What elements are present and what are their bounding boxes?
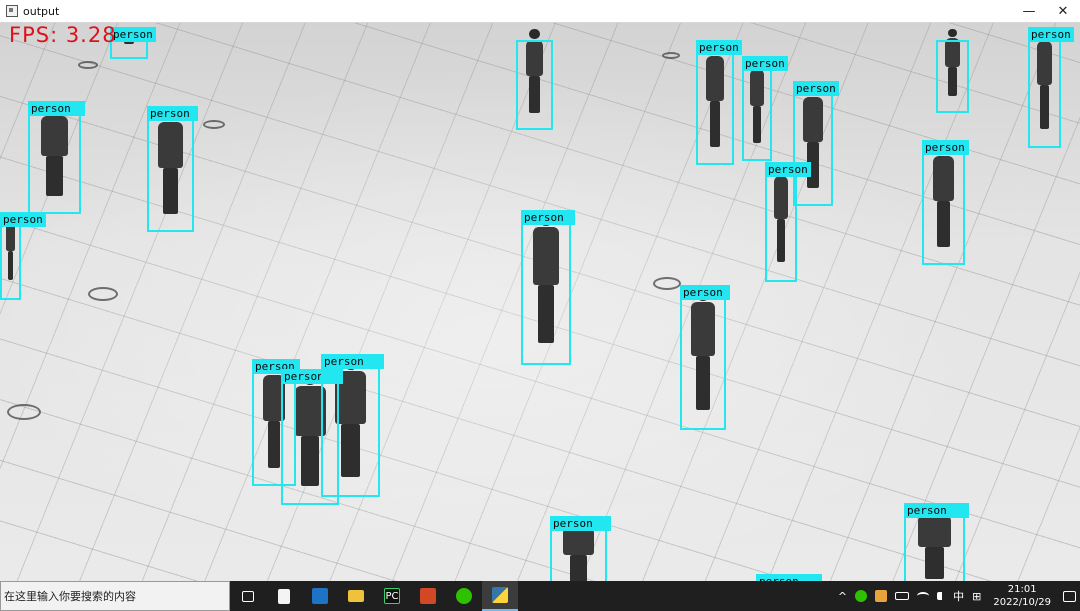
detection-label: person bbox=[680, 285, 730, 300]
detection-box bbox=[936, 40, 969, 113]
taskbar-search-input[interactable]: 在这里输入你要搜索的内容 bbox=[0, 581, 230, 611]
file-icon[interactable] bbox=[266, 581, 302, 611]
detection-label: person bbox=[765, 162, 811, 177]
floor-marker bbox=[653, 277, 681, 290]
detection-label: person bbox=[793, 81, 839, 96]
detection-label: person bbox=[521, 210, 575, 225]
detection-label: person bbox=[147, 106, 198, 121]
floor-marker bbox=[203, 120, 225, 129]
detection-box: person bbox=[550, 516, 611, 581]
calendar-icon[interactable] bbox=[302, 581, 338, 611]
ime-indicator[interactable]: 中 bbox=[949, 581, 968, 611]
floor-marker bbox=[88, 287, 118, 301]
minimize-button[interactable]: — bbox=[1012, 0, 1046, 23]
app-window-icon bbox=[6, 5, 18, 17]
wifi-icon[interactable] bbox=[913, 581, 933, 611]
detection-label: person bbox=[110, 27, 156, 42]
battery-icon[interactable] bbox=[891, 581, 913, 611]
close-button[interactable]: ✕ bbox=[1046, 0, 1080, 23]
floor-marker bbox=[78, 61, 98, 69]
show-hidden-icons-button[interactable]: ^ bbox=[834, 581, 851, 611]
detection-box: person bbox=[28, 101, 85, 214]
detection-label: person bbox=[696, 40, 742, 55]
task-view-icon[interactable] bbox=[230, 581, 266, 611]
detection-label: person bbox=[756, 574, 822, 581]
detection-box: person bbox=[696, 40, 742, 165]
detection-label: person bbox=[28, 101, 85, 116]
volume-icon[interactable] bbox=[933, 581, 949, 611]
detection-box: person bbox=[904, 503, 969, 581]
clock-date: 2022/10/29 bbox=[993, 597, 1051, 608]
detection-box: person bbox=[521, 210, 575, 365]
taskbar: 在这里输入你要搜索的内容 PC ^ 中 ⊞ 21:01 2022/10/29 bbox=[0, 581, 1080, 611]
fps-counter: FPS: 3.28 bbox=[9, 23, 117, 47]
video-frame: FPS: 3.28 person person person person person… bbox=[0, 23, 1080, 581]
window-title: output bbox=[23, 4, 60, 18]
clock[interactable]: 21:01 2022/10/29 bbox=[985, 583, 1059, 609]
detection-box: person bbox=[922, 140, 969, 265]
floor-marker bbox=[7, 404, 41, 420]
pycharm-icon[interactable]: PC bbox=[374, 581, 410, 611]
wechat-tray-icon[interactable] bbox=[851, 581, 871, 611]
detection-label: person bbox=[904, 503, 969, 518]
detection-box: person bbox=[1028, 27, 1074, 148]
clock-time: 21:01 bbox=[1007, 584, 1037, 595]
detection-label: person bbox=[550, 516, 611, 531]
ime-mode-icon[interactable]: ⊞ bbox=[968, 581, 985, 611]
file-explorer-icon[interactable] bbox=[338, 581, 374, 611]
detection-box: person bbox=[742, 56, 788, 161]
system-tray: ^ 中 ⊞ 21:01 2022/10/29 bbox=[834, 581, 1080, 611]
detection-label: person bbox=[0, 212, 46, 227]
notifications-icon[interactable] bbox=[1059, 581, 1080, 611]
detection-box bbox=[516, 40, 553, 130]
detection-box: person bbox=[680, 285, 730, 430]
python-icon[interactable] bbox=[482, 581, 518, 611]
detection-box: person bbox=[321, 354, 384, 497]
detection-box: person bbox=[793, 81, 839, 206]
detection-label: person bbox=[321, 354, 384, 369]
detection-label: person bbox=[742, 56, 788, 71]
presentation-icon[interactable] bbox=[410, 581, 446, 611]
window-title-bar[interactable]: output — ✕ bbox=[0, 0, 1080, 23]
floor-marker bbox=[662, 52, 680, 59]
detection-box: person bbox=[765, 162, 811, 282]
tray-app-icon[interactable] bbox=[871, 581, 891, 611]
detection-label: person bbox=[1028, 27, 1074, 42]
detection-box: person bbox=[0, 212, 46, 300]
detection-box: person bbox=[147, 106, 198, 232]
detection-label: person bbox=[922, 140, 969, 155]
wechat-icon[interactable] bbox=[446, 581, 482, 611]
